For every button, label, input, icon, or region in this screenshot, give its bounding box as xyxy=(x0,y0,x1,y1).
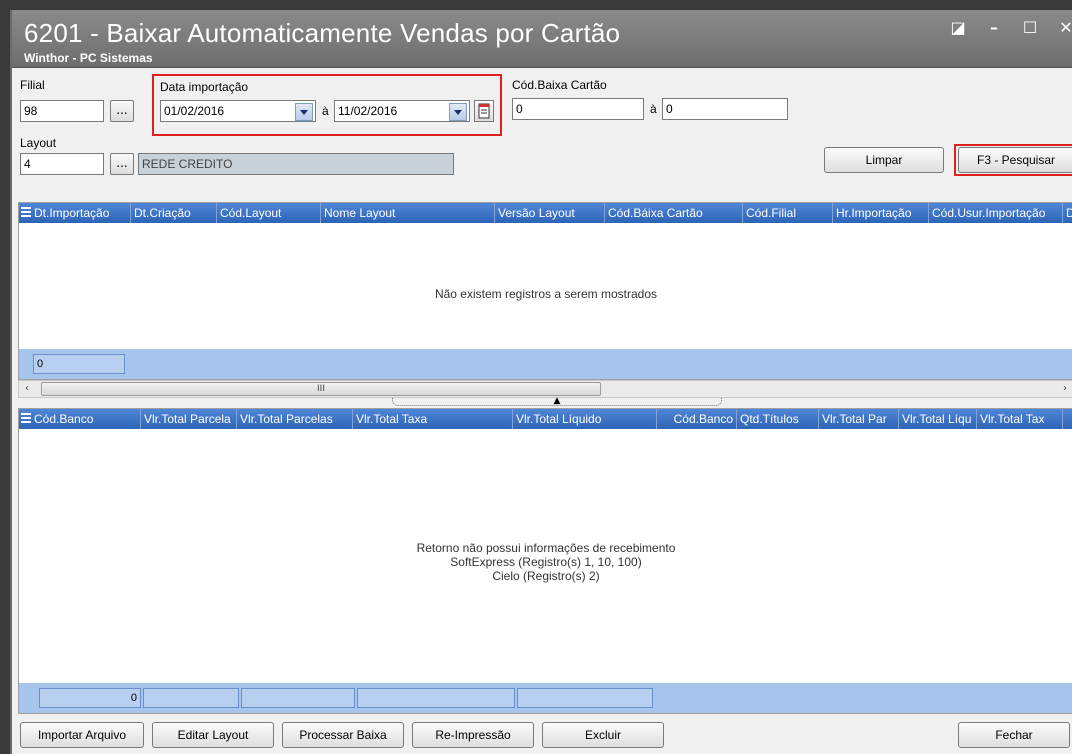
editar-layout-button[interactable]: Editar Layout xyxy=(152,722,274,748)
limpar-button[interactable]: Limpar xyxy=(824,147,944,173)
col-cod-banco[interactable]: Cód.Banco xyxy=(31,409,141,429)
reimpressao-button[interactable]: Re-Impressão xyxy=(412,722,534,748)
grid-menu-icon[interactable] xyxy=(21,207,31,219)
calendar-icon[interactable] xyxy=(474,100,494,122)
layout-label: Layout xyxy=(20,136,57,150)
col-vlr-total-liqu[interactable]: Vlr.Total Líqu xyxy=(899,409,977,429)
layout-nome-field: REDE CREDITO xyxy=(138,153,454,175)
col-dt-criacao[interactable]: Dt.Criação xyxy=(131,203,217,223)
importacoes-grid-header: Dt.Importação Dt.Criação Cód.Layout Nome… xyxy=(19,203,1072,223)
col-nome-layout[interactable]: Nome Layout xyxy=(321,203,495,223)
col-dt-importacao[interactable]: Dt.Importação xyxy=(31,203,131,223)
grid-menu-icon[interactable] xyxy=(21,413,31,425)
close-icon[interactable]: ✕ xyxy=(1058,18,1072,37)
scroll-left-icon[interactable]: ‹ xyxy=(19,381,35,397)
recebimentos-empty-line3: Cielo (Registro(s) 2) xyxy=(492,569,600,583)
footer-cell-parcelas xyxy=(241,688,355,708)
importacoes-count: 0 xyxy=(33,354,125,374)
cod-baixa-ate-label: à xyxy=(650,102,657,116)
filial-label: Filial xyxy=(20,78,45,92)
footer-cell-taxa xyxy=(357,688,515,708)
cod-baixa-ate-input[interactable]: 0 xyxy=(662,98,788,120)
data-inicio-value: 01/02/2016 xyxy=(164,104,225,118)
col-vlr-total-taxa[interactable]: Vlr.Total Taxa xyxy=(353,409,513,429)
col-truncated[interactable]: D xyxy=(1063,203,1072,223)
col-vlr-total-par[interactable]: Vlr.Total Par xyxy=(819,409,899,429)
pesquisar-button[interactable]: F3 - Pesquisar xyxy=(958,147,1072,173)
importacoes-grid-footer: 0 xyxy=(19,349,1072,379)
processar-baixa-button[interactable]: Processar Baixa xyxy=(282,722,404,748)
col-vlr-total-tax[interactable]: Vlr.Total Tax xyxy=(977,409,1063,429)
data-importacao-label: Data importação xyxy=(160,80,249,94)
cod-baixa-label: Cód.Baixa Cartão xyxy=(512,78,607,92)
col-vlr-total-liquido[interactable]: Vlr.Total Líquido xyxy=(513,409,657,429)
importar-arquivo-button[interactable]: Importar Arquivo xyxy=(20,722,144,748)
maximize-icon[interactable]: ☐ xyxy=(1022,18,1038,37)
minimize-icon[interactable]: – xyxy=(986,18,1002,37)
col-vlr-total-parcelas[interactable]: Vlr.Total Parcelas xyxy=(237,409,353,429)
col-cod-baixa-cartao[interactable]: Cód.Báixa Cartão xyxy=(605,203,743,223)
col-cod-filial[interactable]: Cód.Filial xyxy=(743,203,833,223)
window-subtitle: Winthor - PC Sistemas xyxy=(24,51,153,65)
app-window: 6201 - Baixar Automaticamente Vendas por… xyxy=(10,10,1072,754)
col-cod-banco-2[interactable]: Cód.Banco xyxy=(657,409,737,429)
footer-cell-parcela xyxy=(143,688,239,708)
recebimentos-grid: Cód.Banco Vlr.Total Parcela Vlr.Total Pa… xyxy=(18,408,1072,714)
layout-input[interactable]: 4 xyxy=(20,153,104,175)
layout-search-button[interactable]: ... xyxy=(110,153,134,175)
recebimentos-grid-footer: 0 xyxy=(19,683,1072,713)
data-fim-value: 11/02/2016 xyxy=(338,104,398,118)
window-title: 6201 - Baixar Automaticamente Vendas por… xyxy=(24,18,621,48)
data-inicio-input[interactable]: 01/02/2016 xyxy=(160,100,316,122)
recebimentos-empty-line1: Retorno não possui informações de recebi… xyxy=(416,541,676,555)
filial-search-button[interactable]: ... xyxy=(110,100,134,122)
col-cod-layout[interactable]: Cód.Layout xyxy=(217,203,321,223)
recebimentos-empty-line2: SoftExpress (Registro(s) 1, 10, 100) xyxy=(450,555,642,569)
title-bar: 6201 - Baixar Automaticamente Vendas por… xyxy=(12,10,1072,68)
cod-baixa-de-input[interactable]: 0 xyxy=(512,98,644,120)
col-hr-importacao[interactable]: Hr.Importação xyxy=(833,203,929,223)
ate-label: à xyxy=(322,104,329,118)
scroll-right-icon[interactable]: › xyxy=(1057,381,1072,397)
fechar-button[interactable]: Fechar xyxy=(958,722,1070,748)
scroll-thumb[interactable]: III xyxy=(41,382,601,396)
filial-input[interactable]: 98 xyxy=(20,100,104,122)
data-fim-input[interactable]: 11/02/2016 xyxy=(334,100,470,122)
col-cod-usur-importacao[interactable]: Cód.Usur.Importação xyxy=(929,203,1063,223)
chevron-up-icon[interactable]: ▲ xyxy=(554,396,561,406)
importacoes-empty-message: Não existem registros a serem mostrados xyxy=(434,287,658,301)
recebimentos-count: 0 xyxy=(39,688,141,708)
panel-splitter[interactable]: ▲ xyxy=(392,396,722,406)
restore-icon[interactable]: ◪ xyxy=(950,18,966,37)
col-versao-layout[interactable]: Versão Layout xyxy=(495,203,605,223)
col-vlr-total-parcela[interactable]: Vlr.Total Parcela xyxy=(141,409,237,429)
dropdown-icon[interactable] xyxy=(295,103,313,121)
recebimentos-grid-header: Cód.Banco Vlr.Total Parcela Vlr.Total Pa… xyxy=(19,409,1072,429)
importacoes-grid: Dt.Importação Dt.Criação Cód.Layout Nome… xyxy=(18,202,1072,380)
col-qtd-titulos[interactable]: Qtd.Títulos xyxy=(737,409,819,429)
horizontal-scrollbar[interactable]: ‹ III › xyxy=(18,380,1072,398)
footer-cell-liquido xyxy=(517,688,653,708)
dropdown-icon[interactable] xyxy=(449,103,467,121)
excluir-button[interactable]: Excluir xyxy=(542,722,664,748)
